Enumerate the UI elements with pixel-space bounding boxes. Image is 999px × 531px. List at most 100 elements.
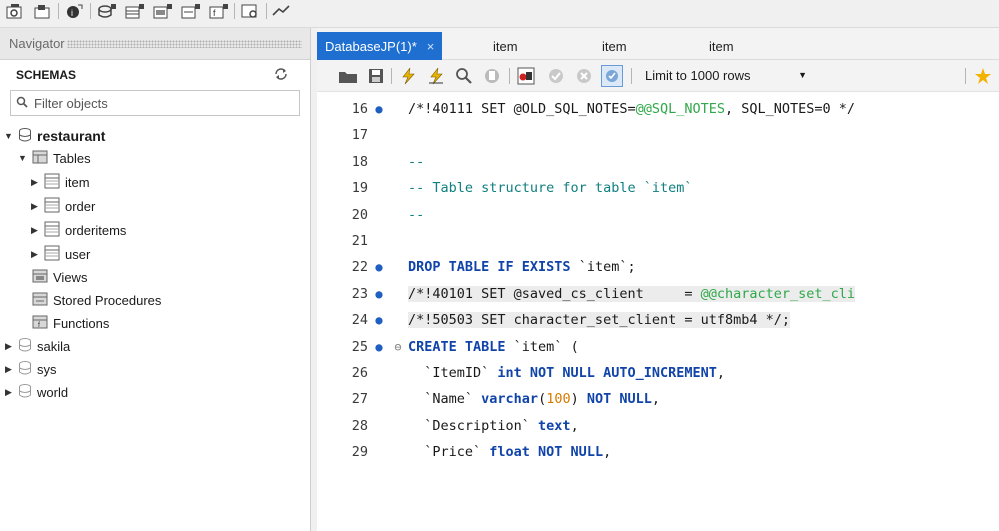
tab-item-2[interactable]: item <box>594 32 635 60</box>
code-line[interactable]: 22 ● DROP TABLE IF EXISTS `item`; <box>317 254 999 280</box>
code-text: `Name` varchar(100) NOT NULL, <box>408 391 660 407</box>
close-tab-icon[interactable]: × <box>427 39 435 54</box>
refresh-schemas-icon[interactable] <box>274 67 288 83</box>
code-line[interactable]: 20 -- <box>317 202 999 228</box>
code-line[interactable]: 29 `Price` float NOT NULL, <box>317 439 999 465</box>
tree-label: orderitems <box>65 222 127 238</box>
create-schema-icon[interactable] <box>96 0 118 22</box>
code-editor[interactable]: 16 ● /*!40111 SET @OLD_SQL_NOTES=@@SQL_NOT… <box>317 92 999 531</box>
rollback-icon[interactable] <box>573 65 595 87</box>
code-text: /*!50503 SET character_set_client = utf8… <box>408 312 791 329</box>
code-line[interactable]: 16 ● /*!40111 SET @OLD_SQL_NOTES=@@SQL_NOT… <box>317 96 999 122</box>
schemas-header: SCHEMAS <box>0 60 310 90</box>
stop-icon[interactable] <box>481 65 503 87</box>
execute-current-icon[interactable] <box>425 65 447 87</box>
expanded-arrow-icon[interactable]: ▼ <box>18 153 27 163</box>
tree-item-table-user[interactable]: ▶ user <box>30 242 90 266</box>
code-line[interactable]: 26 `ItemID` int NOT NULL AUTO_INCREMENT, <box>317 360 999 386</box>
tree-label: sakila <box>37 338 71 354</box>
create-table-icon[interactable] <box>124 0 146 22</box>
tree-item-table-order[interactable]: ▶ order <box>30 194 95 218</box>
open-sql-script-icon[interactable] <box>32 0 54 22</box>
tree-item-restaurant[interactable]: ▼ restaurant <box>4 124 105 148</box>
line-number: 20 <box>351 206 368 223</box>
tree-label: order <box>65 198 96 214</box>
expanded-arrow-icon[interactable]: ▼ <box>4 131 13 141</box>
code-token: @@character_set_cli <box>700 285 856 302</box>
tables-folder-icon <box>32 150 48 167</box>
tree-item-world[interactable]: ▶ world <box>4 380 68 404</box>
code-line[interactable]: 23 ● /*!40101 SET @saved_cs_client = @@cha… <box>317 281 999 307</box>
code-line[interactable]: 25 ● ⊖ CREATE TABLE `item` ( <box>317 334 999 360</box>
navigator-title: Navigator <box>9 36 65 51</box>
collapsed-arrow-icon[interactable]: ▶ <box>30 177 39 187</box>
tree-label: Tables <box>53 150 91 166</box>
tab-item-3[interactable]: item <box>701 32 742 60</box>
code-token: /*!40111 SET @OLD_SQL_NOTES= <box>408 101 636 117</box>
code-text: `Price` float NOT NULL, <box>408 444 611 460</box>
tree-item-functions[interactable]: f Functions <box>32 311 109 335</box>
code-line[interactable]: 27 `Name` varchar(100) NOT NULL, <box>317 386 999 412</box>
toggle-errors-icon[interactable] <box>515 65 537 87</box>
fold-toggle-icon[interactable]: ⊖ <box>388 340 408 354</box>
code-text: /*!40111 SET @OLD_SQL_NOTES=@@SQL_NOTES,… <box>408 101 855 117</box>
tree-item-stored-procedures[interactable]: Stored Procedures <box>32 288 161 312</box>
tree-label: world <box>37 384 69 400</box>
collapsed-arrow-icon[interactable]: ▶ <box>4 364 13 374</box>
create-view-icon[interactable] <box>152 0 174 22</box>
code-text: -- <box>408 154 424 170</box>
code-token: int NOT NULL AUTO_INCREMENT <box>497 365 717 381</box>
code-line[interactable]: 19 -- Table structure for table `item` <box>317 175 999 201</box>
line-number: 26 <box>351 365 368 381</box>
workbench-window: i f Navigator SCHEMAS Filter objects ▼ r… <box>0 0 999 531</box>
collapsed-arrow-icon[interactable]: ▶ <box>4 341 13 351</box>
table-icon <box>44 197 60 216</box>
code-line[interactable]: 18 -- <box>317 149 999 175</box>
commit-icon[interactable] <box>545 65 567 87</box>
statement-marker-icon: ● <box>375 313 383 328</box>
tree-item-sys[interactable]: ▶ sys <box>4 357 57 381</box>
tree-item-sakila[interactable]: ▶ sakila <box>4 334 70 358</box>
collapsed-arrow-icon[interactable]: ▶ <box>30 225 39 235</box>
code-token: `ItemID` <box>408 365 498 381</box>
tree-label: user <box>65 246 91 262</box>
code-line[interactable]: 24 ● /*!50503 SET character_set_client = u… <box>317 307 999 333</box>
code-token: `item` ( <box>505 338 579 355</box>
code-token: CREATE TABLE <box>408 338 506 355</box>
code-token: `Price` <box>408 444 490 461</box>
code-token: /*!40101 SET @saved_cs_client = <box>408 285 701 302</box>
navigator-grip[interactable] <box>66 39 302 48</box>
chevron-down-icon: ▼ <box>798 70 807 80</box>
filter-objects-input[interactable] <box>34 95 274 111</box>
tab-databasejp[interactable]: DatabaseJP(1)* × <box>317 32 443 60</box>
create-procedure-icon[interactable] <box>180 0 202 22</box>
tree-label: restaurant <box>37 128 106 144</box>
execute-icon[interactable] <box>397 65 419 87</box>
line-number: 19 <box>351 180 368 197</box>
new-sql-tab-icon[interactable] <box>4 0 26 22</box>
code-line[interactable]: 28 `Description` text, <box>317 413 999 439</box>
tree-item-tables[interactable]: ▼ Tables <box>18 146 91 170</box>
open-file-icon[interactable] <box>337 65 359 87</box>
create-function-icon[interactable]: f <box>208 0 230 22</box>
limit-rows-select[interactable]: Limit to 1000 rows ▼ <box>639 64 817 86</box>
tree-item-table-orderitems[interactable]: ▶ orderitems <box>30 218 126 242</box>
save-icon[interactable] <box>365 65 387 87</box>
autocommit-toggle-icon[interactable] <box>601 65 623 87</box>
code-line[interactable]: 17 <box>317 122 999 148</box>
collapsed-arrow-icon[interactable]: ▶ <box>30 249 39 259</box>
reconnect-icon[interactable] <box>270 0 292 22</box>
tree-item-views[interactable]: Views <box>32 265 87 289</box>
search-table-data-icon[interactable] <box>240 0 262 22</box>
main-toolbar: i f <box>0 0 999 28</box>
tree-item-table-item[interactable]: ▶ item <box>30 170 90 194</box>
inspector-icon[interactable]: i <box>64 0 86 22</box>
add-snippet-star-icon[interactable] <box>973 65 995 87</box>
collapsed-arrow-icon[interactable]: ▶ <box>4 387 13 397</box>
tab-label: item <box>493 38 518 54</box>
explain-icon[interactable] <box>453 65 475 87</box>
collapsed-arrow-icon[interactable]: ▶ <box>30 201 39 211</box>
tab-item-1[interactable]: item <box>485 32 526 60</box>
code-line[interactable]: 21 <box>317 228 999 254</box>
filter-objects-field[interactable] <box>10 90 300 116</box>
